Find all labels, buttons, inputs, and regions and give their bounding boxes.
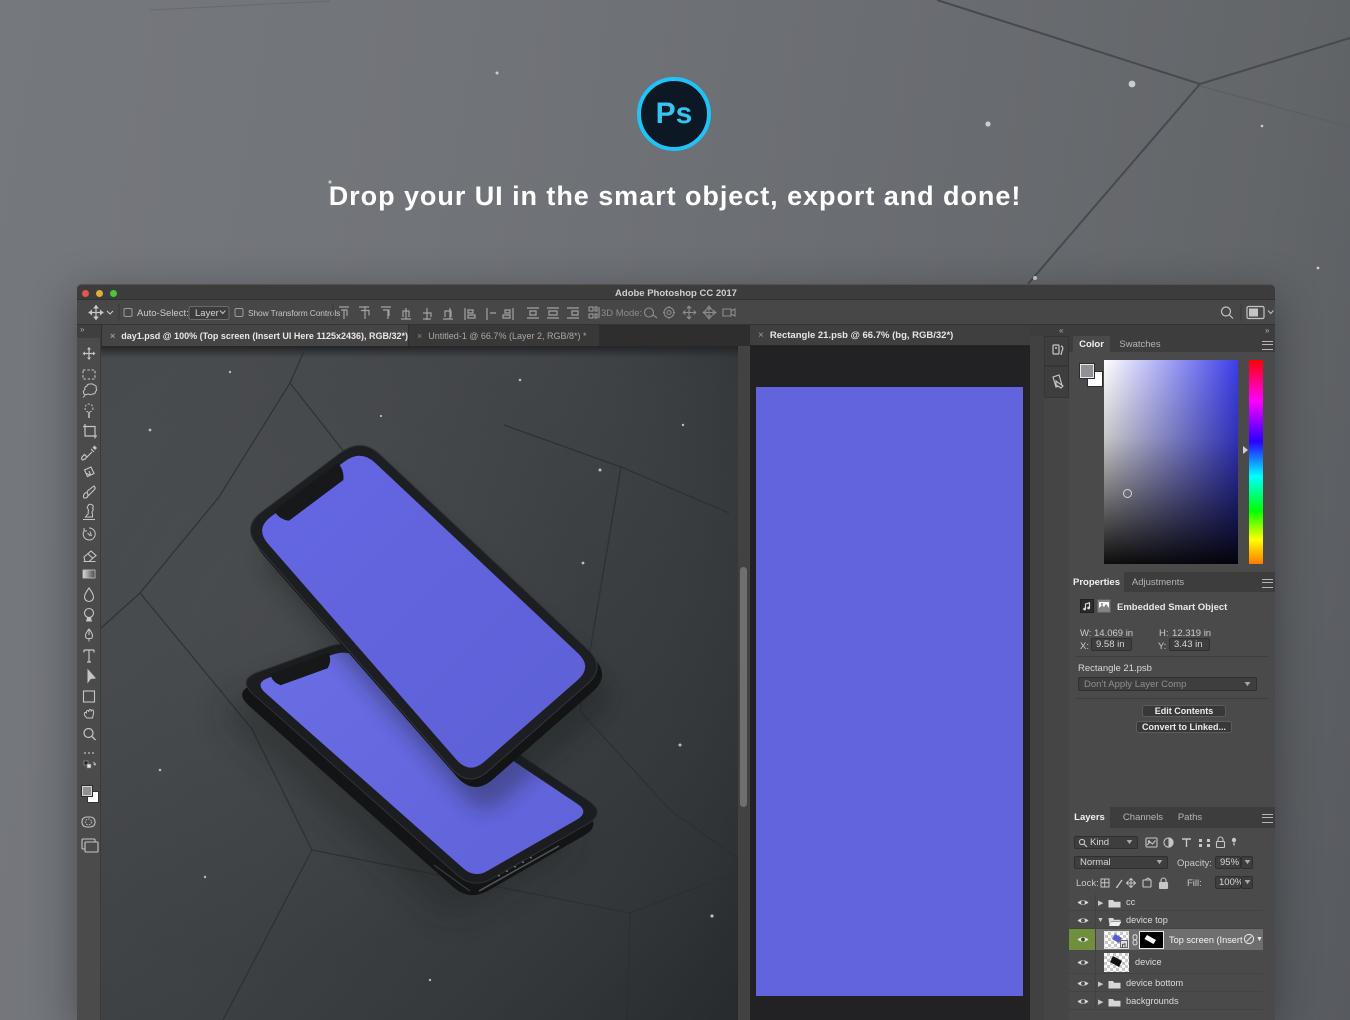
svg-text:Show Transform Controls: Show Transform Controls xyxy=(248,308,340,318)
svg-text:Layer: Layer xyxy=(195,308,219,319)
svg-text:Auto-Select:: Auto-Select: xyxy=(137,308,189,319)
svg-text:3D Mode:: 3D Mode: xyxy=(601,308,642,319)
